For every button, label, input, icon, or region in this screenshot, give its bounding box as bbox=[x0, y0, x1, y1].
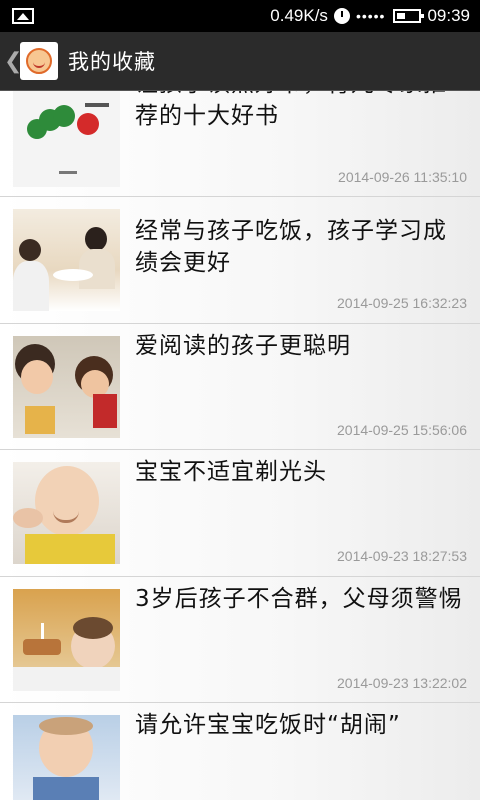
list-item[interactable]: 经常与孩子吃饭，孩子学习成绩会更好 2014-09-25 16:32:23 bbox=[0, 197, 480, 324]
status-bar: 0.49K/s ••••• 09:39 bbox=[0, 0, 480, 32]
alarm-clock-icon bbox=[333, 8, 350, 24]
list-item[interactable]: 让孩子读点好书，育儿专家推荐的十大好书 2014-09-26 11:35:10 bbox=[0, 91, 480, 197]
page-title: 我的收藏 bbox=[68, 50, 156, 74]
list-item[interactable]: 请允许宝宝吃饭时“胡闹” bbox=[0, 703, 480, 800]
reading-children-thumbnail bbox=[13, 336, 120, 438]
list-item[interactable]: 爱阅读的孩子更聪明 2014-09-25 15:56:06 bbox=[0, 324, 480, 450]
item-title: 请允许宝宝吃饭时“胡闹” bbox=[135, 712, 401, 738]
baby-eating-thumbnail bbox=[13, 715, 120, 800]
list-item[interactable]: 宝宝不适宜剃光头 2014-09-23 18:27:53 bbox=[0, 450, 480, 577]
item-title: 经常与孩子吃饭，孩子学习成绩会更好 bbox=[135, 218, 447, 276]
image-notification-icon bbox=[12, 8, 34, 24]
child-with-cake-thumbnail bbox=[13, 589, 120, 691]
item-title: 3岁后孩子不合群，父母须警惕 bbox=[135, 586, 463, 612]
item-date: 2014-09-23 18:27:53 bbox=[337, 548, 467, 564]
network-speed: 0.49K/s bbox=[270, 6, 328, 25]
item-title: 爱阅读的孩子更聪明 bbox=[135, 333, 351, 359]
back-arrow-icon[interactable]: ❮ bbox=[4, 49, 22, 74]
app-logo-icon[interactable] bbox=[20, 42, 58, 80]
item-title: 宝宝不适宜剃光头 bbox=[135, 459, 327, 485]
item-title: 让孩子读点好书，育儿专家推荐的十大好书 bbox=[135, 91, 446, 129]
book-cover-thumbnail bbox=[13, 91, 120, 187]
status-time: 09:39 bbox=[427, 6, 470, 25]
signal-strength-icon: ••••• bbox=[355, 8, 386, 24]
family-dinner-thumbnail bbox=[13, 209, 120, 311]
list-item[interactable]: 3岁后孩子不合群，父母须警惕 2014-09-23 13:22:02 bbox=[0, 577, 480, 703]
title-bar: ❮ 我的收藏 bbox=[0, 32, 480, 91]
battery-icon bbox=[393, 9, 425, 23]
item-date: 2014-09-25 15:56:06 bbox=[337, 422, 467, 438]
item-date: 2014-09-23 13:22:02 bbox=[337, 675, 467, 691]
item-date: 2014-09-26 11:35:10 bbox=[338, 169, 467, 185]
favorites-list[interactable]: 让孩子读点好书，育儿专家推荐的十大好书 2014-09-26 11:35:10 … bbox=[0, 91, 480, 800]
item-date: 2014-09-25 16:32:23 bbox=[337, 295, 467, 311]
baby-haircut-thumbnail bbox=[13, 462, 120, 564]
